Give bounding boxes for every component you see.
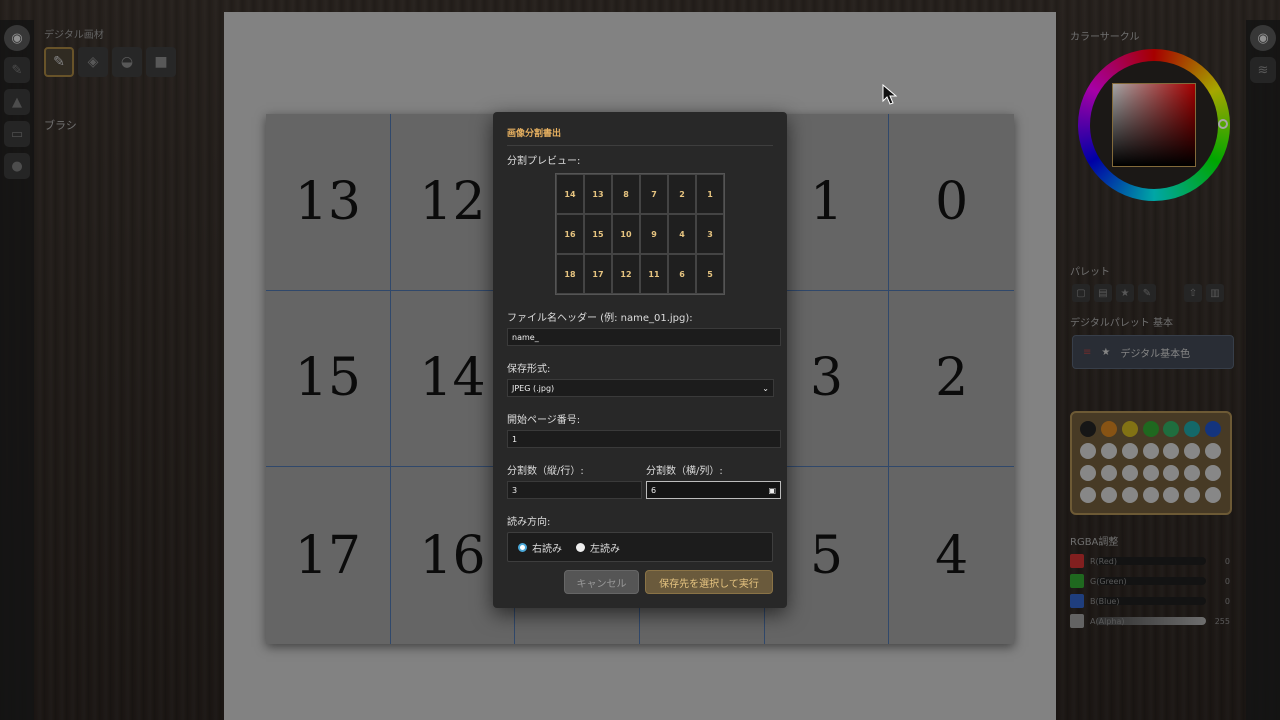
preview-cell: 15: [584, 214, 612, 254]
preview-label: 分割プレビュー:: [507, 156, 581, 167]
direction-radio-group: 右読み 左読み: [507, 532, 773, 562]
radio-right-read[interactable]: 右読み: [518, 540, 562, 555]
radio-unchecked-icon: [576, 542, 585, 552]
start-page-input[interactable]: 1: [507, 430, 781, 448]
preview-cell: 6: [668, 254, 696, 294]
cols-label: 分割数（横/列）:: [646, 466, 723, 477]
preview-cell: 8: [612, 174, 640, 214]
preview-cell: 10: [612, 214, 640, 254]
filename-label: ファイル名ヘッダー (例: name_01.jpg):: [507, 313, 693, 324]
preview-cell: 1: [696, 174, 724, 214]
preview-cell: 18: [556, 254, 584, 294]
dialog-title: 画像分割書出: [507, 126, 773, 146]
preview-cell: 16: [556, 214, 584, 254]
radio-left-read[interactable]: 左読み: [576, 540, 620, 555]
format-select[interactable]: JPEG (.jpg) ⌄: [507, 379, 774, 397]
preview-cell: 7: [640, 174, 668, 214]
radio-left-label: 左読み: [590, 543, 620, 555]
execute-button[interactable]: 保存先を選択して実行: [645, 570, 773, 594]
format-value: JPEG (.jpg): [512, 383, 555, 393]
preview-cell: 5: [696, 254, 724, 294]
preview-cell: 9: [640, 214, 668, 254]
preview-cell: 12: [612, 254, 640, 294]
radio-checked-icon: [518, 542, 527, 552]
filename-input[interactable]: name_: [507, 328, 781, 346]
save-icon: ▣: [768, 485, 776, 495]
split-preview-grid: 14 13 8 7 2 1 16 15 10 9 4 3 18 17 12 11 6 5: [555, 173, 725, 295]
mouse-cursor-icon: [882, 84, 898, 105]
cols-value: 6: [651, 485, 657, 495]
preview-cell: 17: [584, 254, 612, 294]
cols-input[interactable]: 6 ▣: [646, 481, 781, 499]
preview-cell: 2: [668, 174, 696, 214]
rows-input[interactable]: 3: [507, 481, 642, 499]
direction-label: 読み方向:: [507, 517, 551, 528]
preview-cell: 3: [696, 214, 724, 254]
format-label: 保存形式:: [507, 364, 551, 375]
preview-cell: 14: [556, 174, 584, 214]
cancel-button[interactable]: キャンセル: [564, 570, 639, 594]
rows-label: 分割数（縦/行）:: [507, 466, 584, 477]
start-page-label: 開始ページ番号:: [507, 415, 581, 426]
preview-cell: 13: [584, 174, 612, 214]
dialog-buttons: キャンセル 保存先を選択して実行: [564, 570, 773, 594]
chevron-down-icon: ⌄: [762, 383, 769, 393]
split-export-dialog: 画像分割書出 分割プレビュー: 14 13 8 7 2 1 16 15 10 9 4 3 18 17 12 1…: [493, 112, 787, 608]
radio-right-label: 右読み: [532, 543, 562, 555]
preview-cell: 4: [668, 214, 696, 254]
preview-cell: 11: [640, 254, 668, 294]
